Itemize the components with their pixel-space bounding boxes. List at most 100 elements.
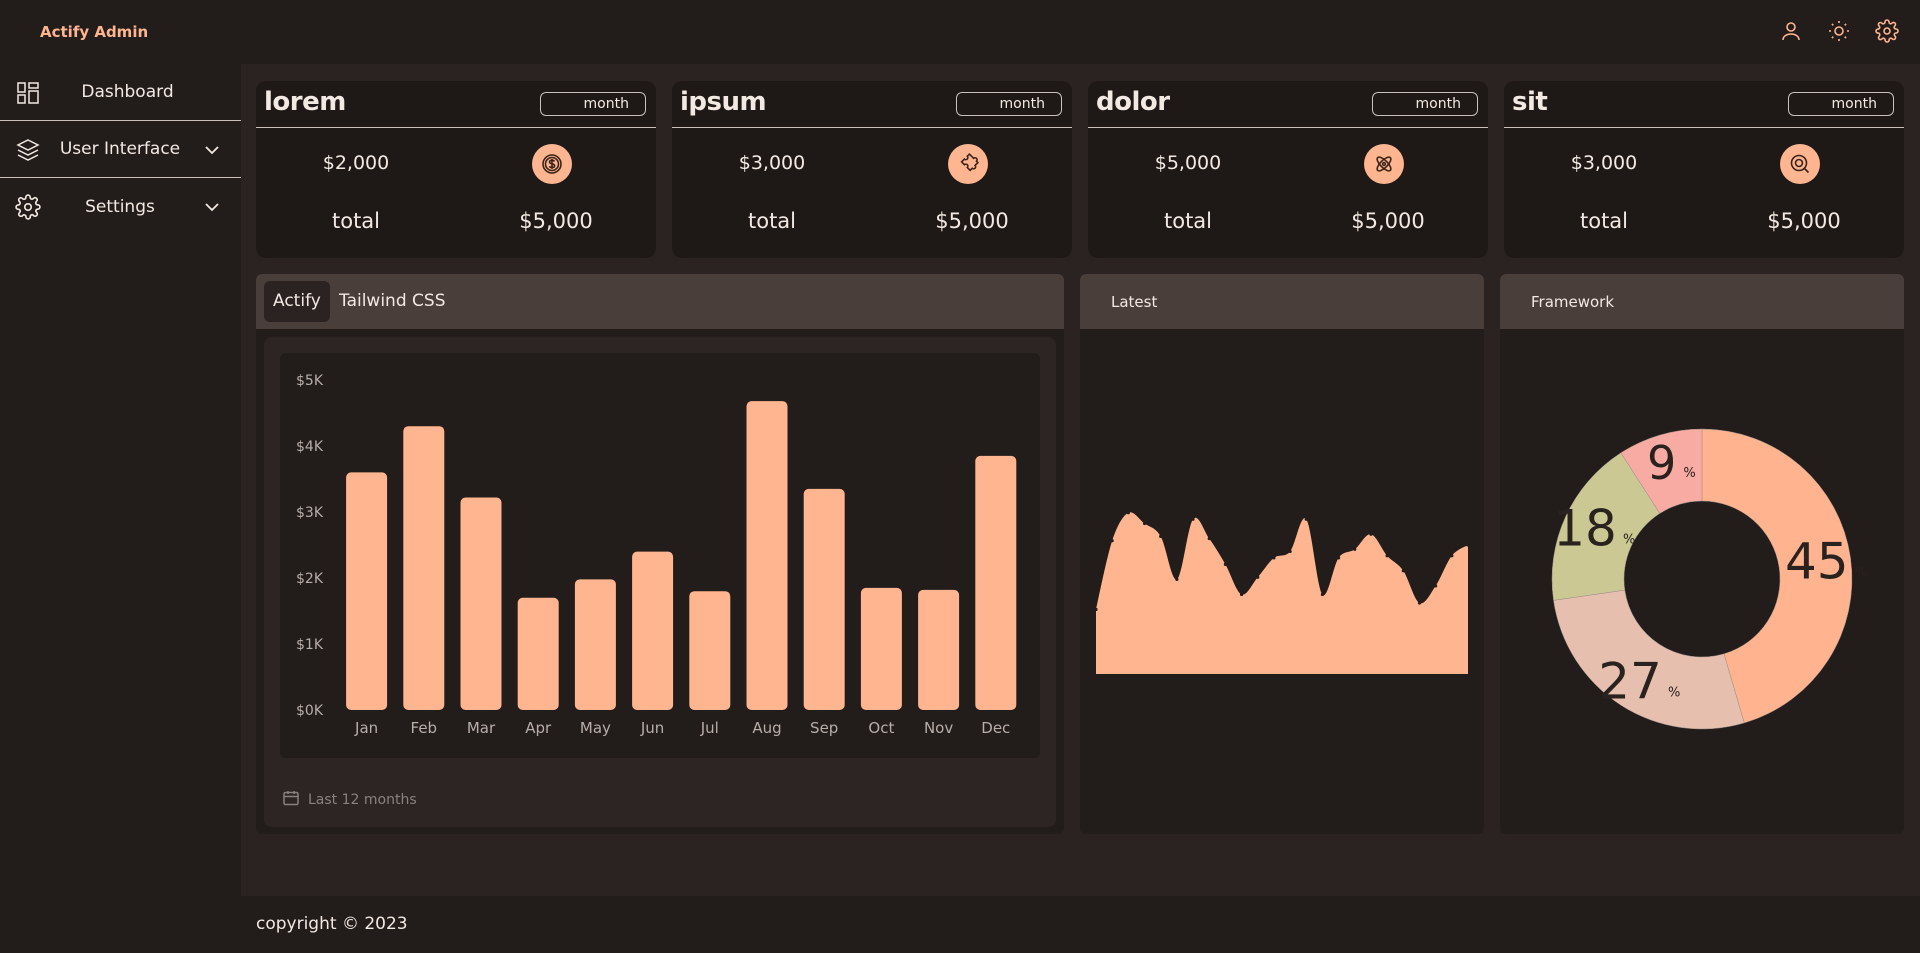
sidebar-item-user-interface[interactable]: User Interface	[0, 121, 241, 178]
area-point	[1239, 592, 1244, 597]
card-total-value: $5,000	[519, 209, 593, 233]
slice-value-label: 18	[1553, 499, 1617, 557]
slice-value-label: 27	[1598, 653, 1662, 711]
x-tick-label: Mar	[467, 719, 496, 737]
bar[interactable]	[803, 488, 845, 710]
panel-title: Latest	[1111, 293, 1158, 311]
area-series	[1096, 512, 1468, 674]
bar[interactable]	[517, 597, 559, 710]
area-point	[1369, 532, 1373, 536]
tab-actify[interactable]: Actify	[264, 281, 330, 322]
copyright-text: copyright © 2023	[256, 914, 408, 934]
panel-header: Actify Tailwind CSS	[256, 274, 1064, 329]
card-amount: $3,000	[1570, 152, 1638, 174]
period-button[interactable]: month	[1788, 92, 1894, 116]
header-actions	[1778, 18, 1900, 44]
sidebar-item-settings[interactable]: Settings	[0, 178, 241, 235]
sidebar: Dashboard User Interface Settings	[0, 64, 241, 953]
y-tick-label: $3K	[296, 505, 324, 521]
y-tick-label: $5K	[296, 373, 324, 389]
area-point	[1401, 569, 1405, 573]
area-point	[1207, 536, 1211, 541]
card-total-label: total	[747, 209, 797, 233]
bar[interactable]	[918, 589, 960, 710]
footer: copyright © 2023	[241, 896, 1920, 953]
area-point	[1434, 584, 1438, 588]
card-total-label: total	[1163, 209, 1213, 233]
slice-value-label: 9	[1647, 436, 1676, 490]
sidebar-item-label: Dashboard	[81, 82, 174, 102]
card-amount: $3,000	[738, 152, 806, 174]
bar[interactable]	[574, 579, 616, 710]
slice-unit-label: %	[1668, 686, 1680, 701]
card-divider	[1088, 127, 1488, 128]
sun-icon[interactable]	[1826, 18, 1852, 44]
period-button[interactable]: month	[540, 92, 646, 116]
area-point	[1417, 601, 1422, 605]
stat-card-sit: sit month $3,000 total $5,000	[1504, 81, 1904, 258]
latest-panel: Latest	[1080, 274, 1484, 834]
y-tick-label: $4K	[296, 439, 324, 455]
bar-chart-panel: Actify Tailwind CSS $0K $1K $2K $3K $4K $5K Ja…	[256, 274, 1064, 834]
area-point	[1450, 554, 1454, 558]
card-title: dolor	[1096, 87, 1170, 117]
brand-logo[interactable]: Actify Admin	[40, 23, 148, 41]
area-point	[1272, 556, 1276, 560]
x-tick-label: Dec	[981, 719, 1010, 737]
x-tick-label: Jul	[700, 719, 719, 737]
chevron-down-icon	[203, 141, 221, 159]
bar[interactable]	[689, 591, 731, 710]
stat-card-ipsum: ipsum month $3,000 total $5,000	[672, 81, 1072, 258]
card-divider	[672, 127, 1072, 128]
period-button[interactable]: month	[1372, 92, 1478, 116]
tab-tailwind-css[interactable]: Tailwind CSS	[330, 281, 454, 322]
slice-value-label: 45	[1785, 533, 1849, 591]
area-point	[1337, 556, 1341, 560]
area-point	[1320, 592, 1325, 597]
target-icon	[1780, 144, 1820, 184]
donut-chart: 45 % 27 % 18 % 9%	[1551, 428, 1867, 730]
card-title: ipsum	[680, 87, 767, 117]
area-chart	[1094, 511, 1470, 674]
bar-chart: $0K $1K $2K $3K $4K $5K Jan Feb Mar Apr May Jun Jul A…	[296, 373, 1017, 737]
area-point	[1385, 554, 1389, 558]
card-amount: $5,000	[1154, 152, 1222, 174]
slice-unit-label: %	[1623, 532, 1635, 547]
x-tick-label: Jan	[354, 719, 378, 737]
area-point	[1304, 517, 1308, 521]
framework-panel: Framework 45% 27% 18% 9%	[1500, 274, 1904, 834]
panel-title: Framework	[1531, 293, 1615, 311]
slice-unit-label: %	[1683, 466, 1695, 481]
y-tick-label: $2K	[296, 571, 324, 587]
user-icon[interactable]	[1778, 18, 1804, 44]
bar[interactable]	[346, 472, 388, 710]
x-tick-label: Apr	[525, 719, 552, 737]
bar[interactable]	[403, 426, 445, 710]
card-total-value: $5,000	[1767, 209, 1841, 233]
area-point	[1110, 539, 1114, 543]
x-tick-label: Aug	[752, 719, 781, 737]
bar[interactable]	[860, 587, 902, 710]
top-header: Actify Admin	[0, 0, 1920, 64]
stat-card-dolor: dolor month $5,000 total $5,000	[1088, 81, 1488, 258]
card-total-value: $5,000	[1351, 209, 1425, 233]
card-divider	[256, 127, 656, 128]
panel-header: Latest	[1080, 274, 1484, 329]
card-total-label: total	[1579, 209, 1629, 233]
area-point	[1142, 521, 1147, 526]
area-point	[1466, 543, 1470, 547]
x-tick-label: Sep	[810, 719, 838, 737]
bar[interactable]	[460, 497, 502, 710]
bar[interactable]	[746, 401, 788, 710]
chart-footer-label: Last 12 months	[308, 792, 417, 808]
slice-unit-label: %	[1855, 566, 1867, 581]
period-button[interactable]: month	[956, 92, 1062, 116]
chevron-down-icon	[203, 198, 221, 216]
x-tick-label: Feb	[411, 719, 438, 737]
gear-icon[interactable]	[1874, 18, 1900, 44]
bar[interactable]	[632, 551, 674, 710]
bar[interactable]	[975, 455, 1017, 710]
x-tick-label: Jun	[640, 719, 664, 737]
area-point	[1353, 547, 1357, 551]
sidebar-item-dashboard[interactable]: Dashboard	[0, 64, 241, 121]
